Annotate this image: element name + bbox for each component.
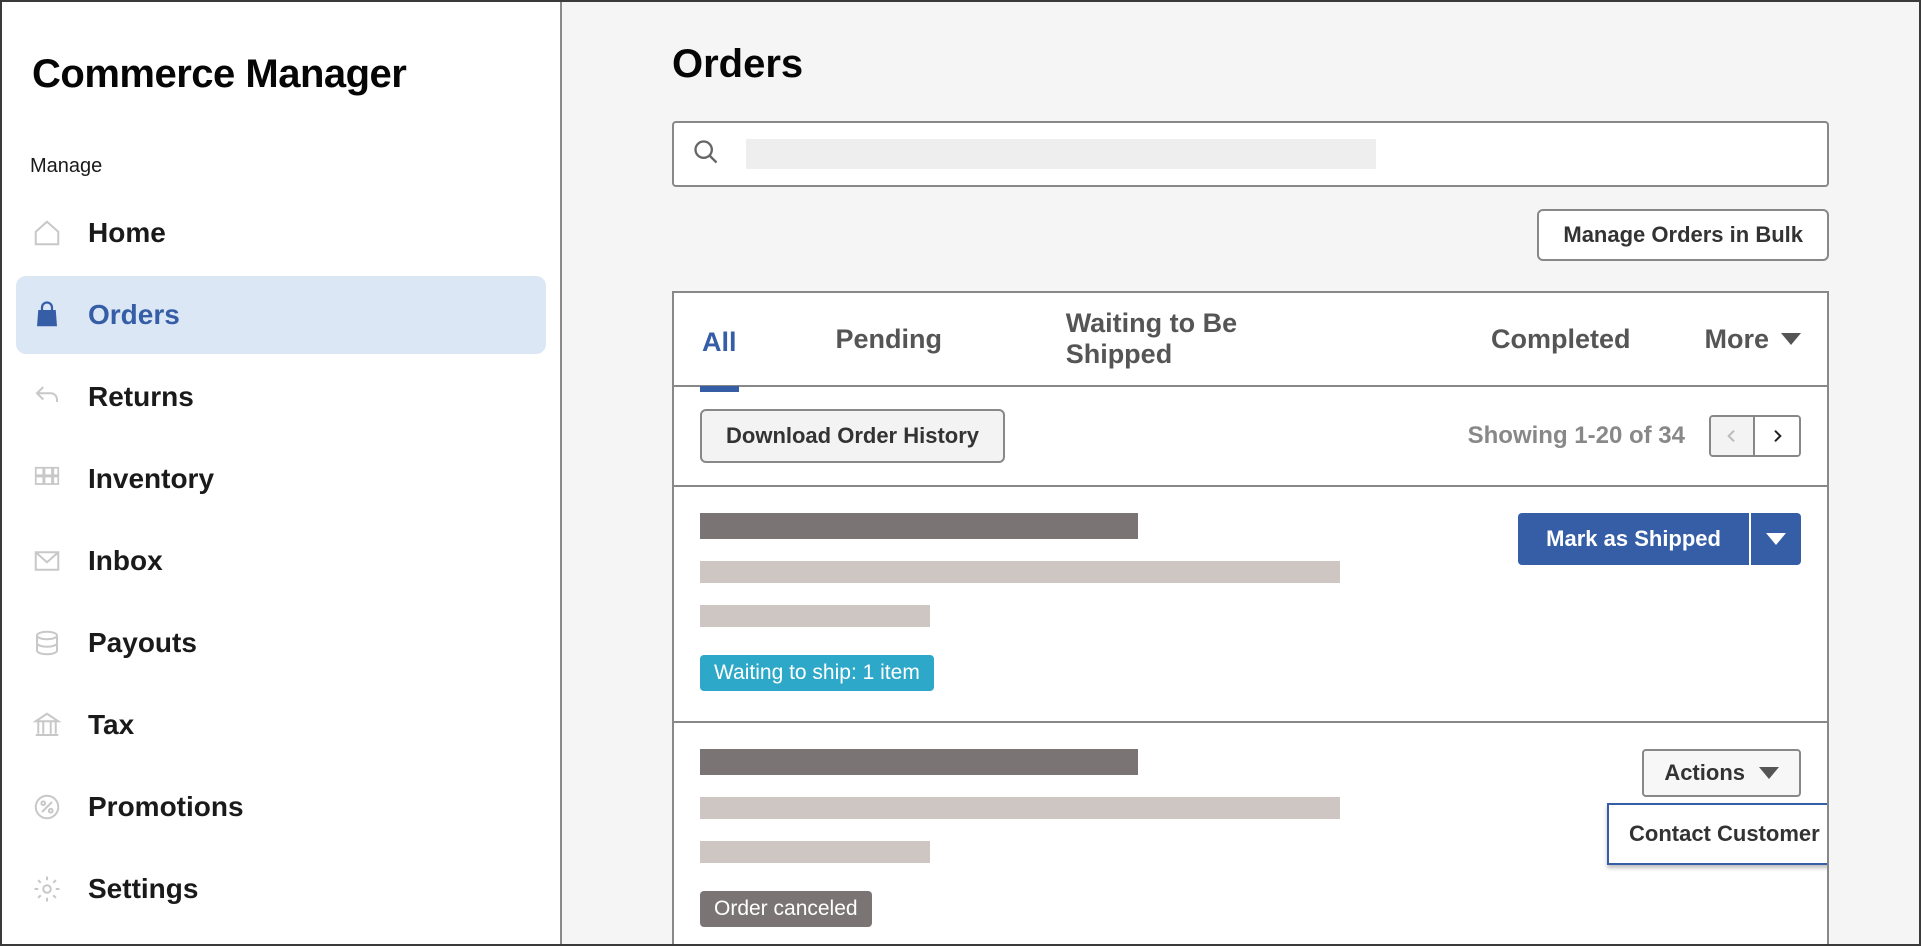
sidebar-item-label: Payouts <box>88 627 197 659</box>
sidebar-item-inventory[interactable]: Inventory <box>16 440 546 518</box>
sidebar-item-payouts[interactable]: Payouts <box>16 604 546 682</box>
search-placeholder <box>746 139 1376 169</box>
gear-icon <box>30 872 64 906</box>
sidebar-item-home[interactable]: Home <box>16 194 546 272</box>
chevron-left-icon <box>1724 428 1740 444</box>
chevron-right-icon <box>1769 428 1785 444</box>
bulk-row: Manage Orders in Bulk <box>672 209 1829 261</box>
toolbar: Download Order History Showing 1-20 of 3… <box>674 387 1827 487</box>
sidebar-item-label: Returns <box>88 381 194 413</box>
sidebar-item-orders[interactable]: Orders <box>16 276 546 354</box>
pager <box>1709 415 1801 457</box>
search-input[interactable] <box>672 121 1829 187</box>
tab-more[interactable]: More <box>1704 324 1801 355</box>
tab-all[interactable]: All <box>700 321 739 392</box>
actions-dropdown-menu: Contact Customer <box>1607 803 1829 865</box>
mark-shipped-button[interactable]: Mark as Shipped <box>1518 513 1801 565</box>
pager-prev-button[interactable] <box>1711 417 1755 455</box>
mark-shipped-label: Mark as Shipped <box>1518 513 1749 565</box>
bag-icon <box>30 298 64 332</box>
tab-waiting[interactable]: Waiting to Be Shipped <box>1064 302 1339 376</box>
sidebar-item-promotions[interactable]: Promotions <box>16 768 546 846</box>
sidebar-item-label: Tax <box>88 709 134 741</box>
sidebar-item-tax[interactable]: Tax <box>16 686 546 764</box>
search-icon <box>692 138 720 171</box>
main-content: Orders Manage Orders in Bulk All Pending… <box>562 2 1919 944</box>
home-icon <box>30 216 64 250</box>
actions-dropdown-button[interactable]: Actions <box>1642 749 1801 797</box>
sidebar-item-inbox[interactable]: Inbox <box>16 522 546 600</box>
manage-bulk-button[interactable]: Manage Orders in Bulk <box>1537 209 1829 261</box>
placeholder-line <box>700 605 930 627</box>
placeholder-line <box>700 841 930 863</box>
mail-icon <box>30 544 64 578</box>
placeholder-line <box>700 797 1340 819</box>
tab-more-label: More <box>1704 324 1769 355</box>
page-title: Orders <box>672 42 1829 87</box>
order-actions: Mark as Shipped <box>1518 513 1801 565</box>
pager-next-button[interactable] <box>1755 417 1799 455</box>
grid-icon <box>30 462 64 496</box>
mark-shipped-dropdown-toggle[interactable] <box>1749 513 1801 565</box>
sidebar-item-label: Inbox <box>88 545 163 577</box>
order-row: Order canceled Actions Contact Customer <box>674 723 1827 944</box>
status-badge: Order canceled <box>700 891 872 927</box>
sidebar-item-returns[interactable]: Returns <box>16 358 546 436</box>
sidebar-item-label: Orders <box>88 299 180 331</box>
app-title: Commerce Manager <box>16 52 546 97</box>
bank-icon <box>30 708 64 742</box>
coins-icon <box>30 626 64 660</box>
orders-panel: All Pending Waiting to Be Shipped Comple… <box>672 291 1829 944</box>
placeholder-line <box>700 561 1340 583</box>
percent-icon <box>30 790 64 824</box>
chevron-down-icon <box>1766 533 1786 545</box>
tab-bar: All Pending Waiting to Be Shipped Comple… <box>674 293 1827 387</box>
placeholder-line <box>700 513 1138 539</box>
sidebar: Commerce Manager Manage Home Orders Retu… <box>2 2 562 944</box>
sidebar-section-label: Manage <box>16 97 546 190</box>
tab-pending[interactable]: Pending <box>834 318 945 361</box>
chevron-down-icon <box>1759 767 1779 779</box>
download-history-button[interactable]: Download Order History <box>700 409 1005 463</box>
order-row: Waiting to ship: 1 item Mark as Shipped <box>674 487 1827 723</box>
sidebar-item-settings[interactable]: Settings <box>16 850 546 928</box>
status-badge: Waiting to ship: 1 item <box>700 655 934 691</box>
tab-completed[interactable]: Completed <box>1489 318 1633 361</box>
app-container: Commerce Manager Manage Home Orders Retu… <box>0 0 1921 946</box>
dropdown-item-contact-customer[interactable]: Contact Customer <box>1609 805 1829 863</box>
return-icon <box>30 380 64 414</box>
sidebar-item-label: Settings <box>88 873 198 905</box>
actions-label: Actions <box>1664 760 1745 786</box>
order-actions: Actions Contact Customer <box>1642 749 1801 797</box>
showing-count: Showing 1-20 of 34 <box>1468 422 1685 450</box>
sidebar-item-label: Home <box>88 217 166 249</box>
placeholder-line <box>700 749 1138 775</box>
sidebar-item-label: Promotions <box>88 791 244 823</box>
chevron-down-icon <box>1781 333 1801 345</box>
sidebar-item-label: Inventory <box>88 463 214 495</box>
